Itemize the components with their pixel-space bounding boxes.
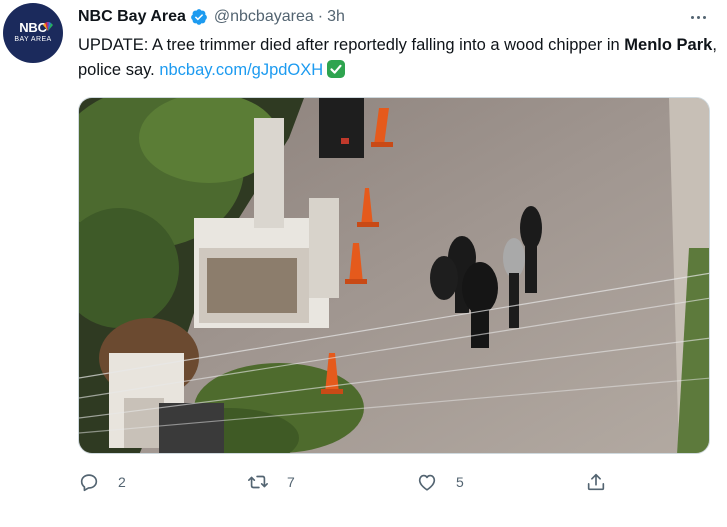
separator-dot: · (317, 8, 324, 25)
reply-icon (80, 474, 98, 492)
tweet-text: UPDATE: A tree trimmer died after report… (78, 33, 718, 83)
avatar-logo-subtext: BAY AREA (14, 36, 52, 43)
avatar-logo-text: NBC (19, 20, 47, 35)
share-icon (587, 473, 605, 491)
reply-count: 2 (118, 474, 126, 490)
retweet-icon (248, 475, 268, 489)
tweet-text-location: Menlo Park (624, 36, 713, 54)
share-button[interactable] (585, 470, 607, 494)
tweet-actions: 2 7 5 (78, 470, 638, 494)
more-dots-icon[interactable] (686, 8, 710, 26)
peacock-icon (43, 22, 53, 31)
like-button[interactable]: 5 (416, 470, 464, 494)
tweet-timestamp[interactable]: 3h (327, 8, 345, 26)
author-name[interactable]: NBC Bay Area (78, 8, 186, 26)
tweet[interactable]: NBC BAY AREA NBC Bay Area @nbcbayarea · … (0, 0, 727, 527)
tweet-photo[interactable] (78, 97, 710, 454)
heart-icon (418, 474, 436, 491)
tweet-text-prefix: UPDATE: A tree trimmer died after report… (78, 36, 625, 54)
retweet-count: 7 (287, 474, 295, 490)
tweet-header: NBC Bay Area @nbcbayarea · 3h (78, 6, 345, 28)
like-count: 5 (456, 474, 464, 490)
tweet-link[interactable]: nbcbay.com/gJpdOXH (159, 61, 323, 79)
author-handle[interactable]: @nbcbayarea (214, 8, 314, 26)
verified-badge-icon (191, 9, 207, 25)
avatar[interactable]: NBC BAY AREA (3, 3, 63, 63)
aerial-scene-image (79, 98, 709, 453)
reply-button[interactable]: 2 (78, 470, 126, 494)
retweet-button[interactable]: 7 (247, 470, 295, 494)
check-mark-icon (327, 60, 346, 78)
